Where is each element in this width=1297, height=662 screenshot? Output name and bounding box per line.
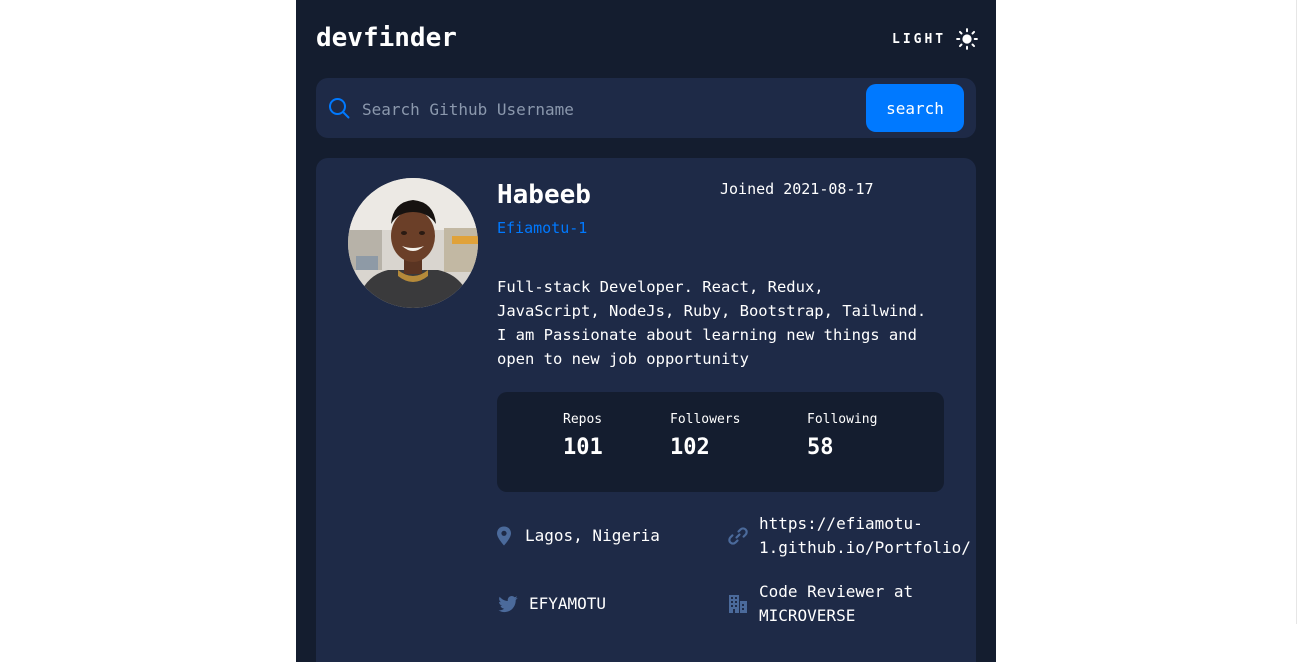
search-button[interactable]: search — [866, 84, 964, 132]
website-line: 1.github.io/Portfolio/ — [759, 538, 971, 557]
location-pin-icon — [497, 526, 511, 546]
company-line: MICROVERSE — [759, 606, 856, 625]
company-text: Code Reviewer at MICROVERSE — [759, 580, 913, 628]
user-full-name: Habeeb — [497, 180, 591, 210]
stat-label: Following — [807, 412, 878, 427]
website-row[interactable]: https://efiamotu- 1.github.io/Portfolio/ — [727, 512, 971, 560]
stat-followers: Followers 102 — [670, 412, 740, 460]
stats-panel: Repos 101 Followers 102 Following 58 — [497, 392, 944, 492]
company-row: Code Reviewer at MICROVERSE — [727, 580, 913, 628]
theme-toggle-label: LIGHT — [892, 31, 947, 47]
bio-line: JavaScript, NodeJs, Ruby, Bootstrap, Tai… — [497, 302, 927, 320]
devfinder-app: devfinder LIGHT search — [296, 0, 996, 662]
twitter-icon — [498, 596, 518, 613]
bio-line: open to new job opportunity — [497, 350, 749, 368]
office-building-icon — [729, 595, 747, 613]
app-logo: devfinder — [316, 23, 457, 53]
company-line: Code Reviewer at — [759, 582, 914, 601]
website-line: https://efiamotu- — [759, 514, 923, 533]
joined-date: Joined 2021-08-17 — [720, 180, 874, 198]
stat-repos: Repos 101 — [563, 412, 603, 460]
twitter-row[interactable]: EFYAMOTU — [497, 592, 606, 616]
theme-toggle-button[interactable]: LIGHT — [892, 26, 979, 52]
link-icon — [728, 527, 748, 545]
search-input[interactable] — [360, 94, 864, 124]
bio-line: I am Passionate about learning new thing… — [497, 326, 917, 344]
stat-value: 58 — [807, 435, 834, 460]
search-icon — [329, 98, 350, 119]
avatar — [348, 178, 478, 308]
stat-following: Following 58 — [807, 412, 877, 460]
website-link[interactable]: https://efiamotu- 1.github.io/Portfolio/ — [759, 512, 971, 560]
stat-label: Repos — [563, 412, 603, 427]
user-bio: Full-stack Developer. React, Redux, Java… — [497, 275, 957, 371]
sun-icon — [956, 28, 979, 50]
user-login-link[interactable]: Efiamotu-1 — [497, 219, 587, 237]
twitter-handle[interactable]: EFYAMOTU — [529, 592, 606, 616]
stat-value: 102 — [670, 435, 710, 460]
stat-value: 101 — [563, 435, 603, 460]
stat-label: Followers — [670, 412, 741, 427]
search-bar: search — [316, 78, 976, 138]
location-text: Lagos, Nigeria — [525, 526, 660, 545]
bio-line: Full-stack Developer. React, Redux, — [497, 278, 824, 296]
location-row: Lagos, Nigeria — [493, 524, 660, 548]
profile-card: Habeeb Efiamotu-1 Joined 2021-08-17 Full… — [316, 158, 976, 662]
